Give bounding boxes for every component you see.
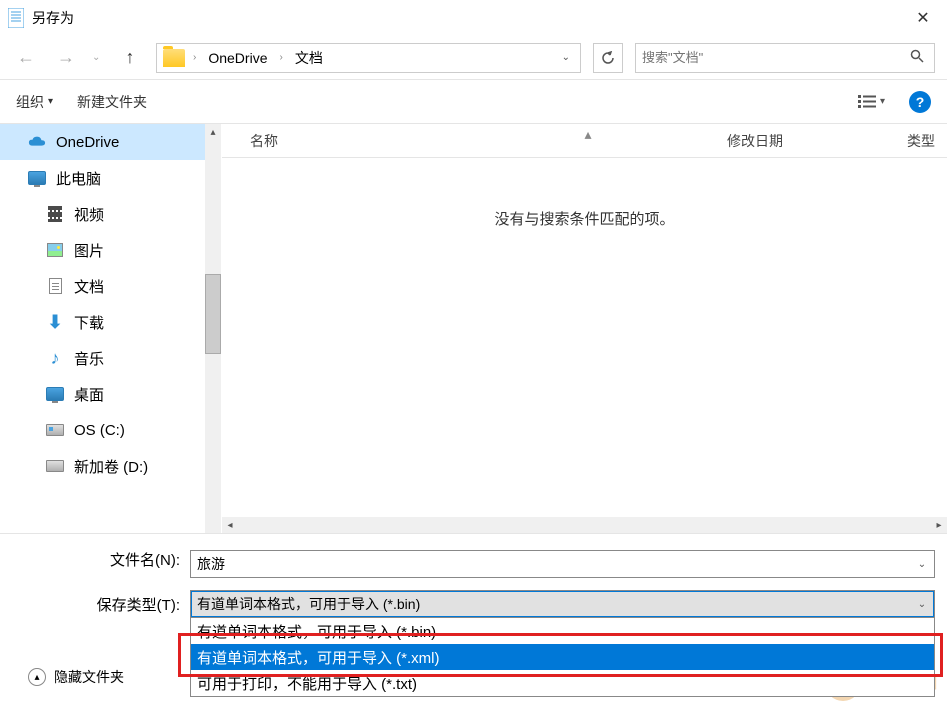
sort-indicator-icon: ▴ bbox=[585, 126, 595, 132]
col-header-name[interactable]: 名称 bbox=[250, 131, 727, 151]
filename-value: 旅游 bbox=[197, 554, 225, 574]
chevron-up-icon: ▴ bbox=[28, 668, 46, 686]
tree-item-1[interactable]: 此电脑 bbox=[0, 160, 221, 196]
film-icon bbox=[46, 205, 64, 223]
tree-item-2[interactable]: 视频 bbox=[0, 196, 221, 232]
filename-input[interactable]: 旅游 ⌄ bbox=[190, 550, 935, 578]
path-segment-onedrive[interactable]: OneDrive bbox=[204, 48, 271, 68]
disk-icon bbox=[46, 457, 64, 475]
hide-folders-button[interactable]: ▴ 隐藏文件夹 bbox=[28, 667, 124, 687]
scroll-right-button[interactable]: ▸ bbox=[931, 517, 947, 533]
scroll-left-button[interactable]: ◂ bbox=[222, 517, 238, 533]
pic-icon bbox=[46, 241, 64, 259]
organize-label: 组织 bbox=[16, 92, 44, 112]
tree-item-6[interactable]: ♪ 音乐 bbox=[0, 340, 221, 376]
tree-item-9[interactable]: 新加卷 (D:) bbox=[0, 448, 221, 484]
col-header-type[interactable]: 类型 bbox=[907, 131, 947, 151]
dropdown-arrow-icon: ▾ bbox=[48, 96, 53, 107]
scroll-up-button[interactable]: ▴ bbox=[205, 124, 221, 140]
filetype-option-2[interactable]: 可用于打印，不能用于导入 (*.txt) bbox=[191, 670, 934, 696]
path-segment-documents[interactable]: 文档 bbox=[291, 46, 327, 70]
scrollbar-thumb[interactable] bbox=[205, 274, 221, 354]
filename-dropdown-button[interactable]: ⌄ bbox=[912, 551, 932, 577]
refresh-button[interactable] bbox=[593, 43, 623, 73]
file-list-area: ▴ 名称 修改日期 类型 没有与搜索条件匹配的项。 ◂ ▸ bbox=[222, 124, 947, 533]
filetype-option-0[interactable]: 有道单词本格式，可用于导入 (*.bin) bbox=[191, 618, 934, 644]
close-button[interactable]: ✕ bbox=[907, 2, 939, 34]
tree-label: 视频 bbox=[74, 204, 104, 225]
filetype-option-1[interactable]: 有道单词本格式，可用于导入 (*.xml) bbox=[191, 644, 934, 670]
tree-label: 新加卷 (D:) bbox=[74, 456, 148, 477]
tree-label: OS (C:) bbox=[74, 422, 125, 439]
filetype-label: 保存类型(T): bbox=[12, 594, 180, 615]
filetype-dropdown-button[interactable]: ⌄ bbox=[912, 591, 932, 617]
help-button[interactable]: ? bbox=[909, 91, 931, 113]
search-box[interactable] bbox=[635, 43, 935, 73]
path-dropdown-button[interactable]: ⌄ bbox=[558, 52, 574, 63]
nav-history-dropdown[interactable]: ⌄ bbox=[92, 52, 104, 63]
monitor-icon bbox=[46, 385, 64, 403]
nav-back-button[interactable]: ← bbox=[12, 44, 40, 72]
monitor-icon bbox=[28, 169, 46, 187]
tree-label: 此电脑 bbox=[56, 168, 101, 189]
tree-item-7[interactable]: 桌面 bbox=[0, 376, 221, 412]
tree-label: 图片 bbox=[74, 240, 104, 261]
search-icon[interactable] bbox=[906, 49, 928, 66]
tree-label: 音乐 bbox=[74, 348, 104, 369]
tree-label: 下载 bbox=[74, 312, 104, 333]
tree-item-3[interactable]: 图片 bbox=[0, 232, 221, 268]
nav-up-button[interactable]: ↑ bbox=[116, 44, 144, 72]
filetype-dropdown-list: 有道单词本格式，可用于导入 (*.bin)有道单词本格式，可用于导入 (*.xm… bbox=[190, 617, 935, 697]
tree-item-0[interactable]: OneDrive bbox=[0, 124, 221, 160]
address-bar[interactable]: › OneDrive › 文档 ⌄ bbox=[156, 43, 581, 73]
tree-item-5[interactable]: ⬇ 下载 bbox=[0, 304, 221, 340]
tree-label: 桌面 bbox=[74, 384, 104, 405]
nav-forward-button: → bbox=[52, 44, 80, 72]
tree-item-4[interactable]: 文档 bbox=[0, 268, 221, 304]
cloud-icon bbox=[28, 133, 46, 151]
new-folder-button[interactable]: 新建文件夹 bbox=[77, 92, 147, 112]
window-title: 另存为 bbox=[32, 8, 907, 28]
filename-label: 文件名(N): bbox=[12, 549, 180, 570]
music-icon: ♪ bbox=[46, 349, 64, 367]
hide-folders-label: 隐藏文件夹 bbox=[54, 667, 124, 687]
doc-icon bbox=[46, 277, 64, 295]
search-input[interactable] bbox=[642, 50, 906, 65]
dropdown-arrow-icon: ▾ bbox=[880, 96, 885, 107]
folder-icon bbox=[163, 49, 185, 67]
chevron-right-icon: › bbox=[189, 52, 200, 63]
download-icon: ⬇ bbox=[46, 313, 64, 331]
filetype-value: 有道单词本格式，可用于导入 (*.bin) bbox=[197, 594, 420, 614]
view-options-button[interactable]: ▾ bbox=[858, 95, 885, 109]
organize-button[interactable]: 组织 ▾ bbox=[16, 92, 53, 112]
empty-message: 没有与搜索条件匹配的项。 bbox=[222, 208, 947, 229]
tree-label: OneDrive bbox=[56, 134, 119, 151]
tree-label: 文档 bbox=[74, 276, 104, 297]
filetype-select[interactable]: 有道单词本格式，可用于导入 (*.bin) ⌄ bbox=[190, 590, 935, 618]
new-folder-label: 新建文件夹 bbox=[77, 92, 147, 112]
tree-item-8[interactable]: OS (C:) bbox=[0, 412, 221, 448]
col-header-date[interactable]: 修改日期 bbox=[727, 131, 907, 151]
chevron-right-icon[interactable]: › bbox=[275, 52, 286, 63]
app-icon bbox=[8, 8, 24, 28]
disk-c-icon bbox=[46, 421, 64, 439]
sidebar-tree: ▴ OneDrive 此电脑视频图片文档 ⬇ 下载 ♪ 音乐桌面 OS (C:) 新加卷 (D… bbox=[0, 124, 222, 533]
list-header: ▴ 名称 修改日期 类型 bbox=[222, 124, 947, 158]
horizontal-scrollbar[interactable]: ◂ ▸ bbox=[222, 517, 947, 533]
